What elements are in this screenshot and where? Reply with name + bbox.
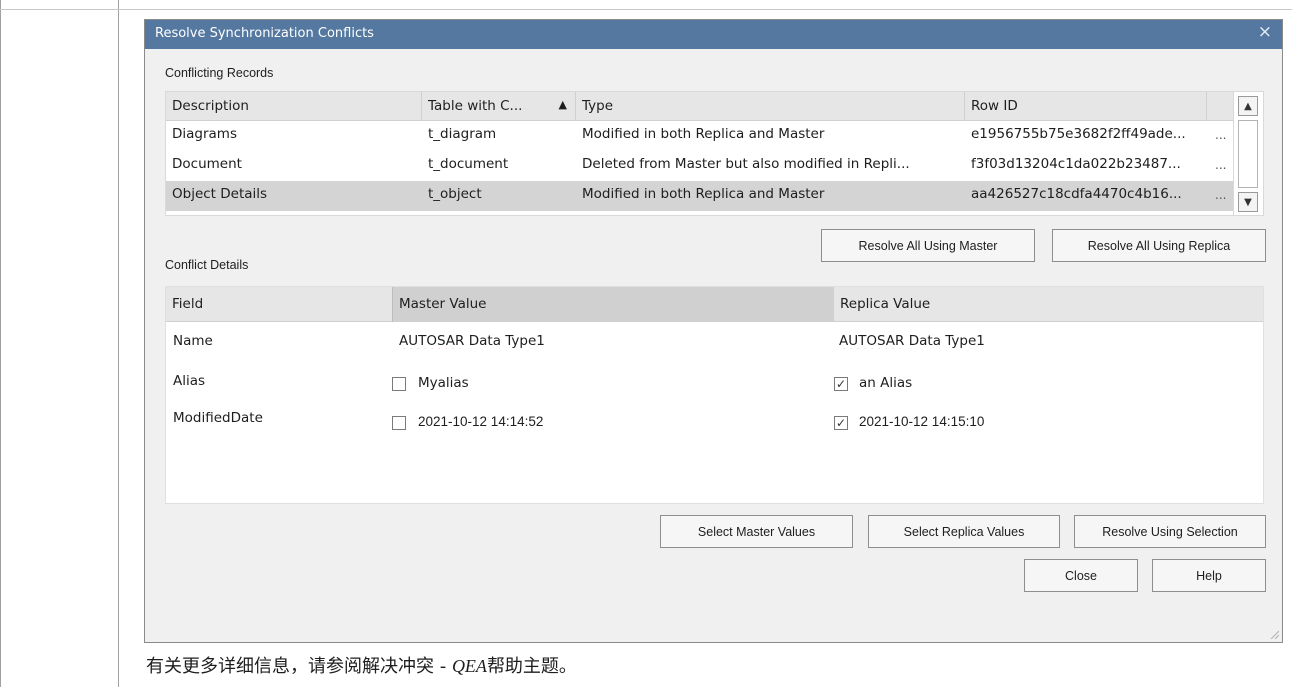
select-master-values-button[interactable]: Select Master Values [660, 515, 853, 548]
cell-type: Deleted from Master but also modified in… [582, 156, 910, 172]
column-header-label: Type [582, 98, 614, 114]
scroll-thumb[interactable] [1238, 120, 1258, 188]
column-header-master-value[interactable]: Master Value [392, 287, 834, 322]
value-text: Data Type1 [464, 333, 545, 349]
sort-ascending-icon: ▲ [558, 98, 567, 111]
help-button[interactable]: Help [1152, 559, 1266, 592]
resolve-all-master-button[interactable]: Resolve All Using Master [821, 229, 1035, 262]
field-modifieddate-label: ModifiedDate [173, 410, 263, 426]
table-row[interactable]: Diagrams t_diagram Modified in both Repl… [166, 121, 1233, 151]
cell-table: t_object [428, 186, 482, 202]
close-button[interactable]: Close [1024, 559, 1138, 592]
column-header-label: Field [172, 296, 204, 312]
dialog-title: Resolve Synchronization Conflicts [155, 26, 374, 41]
master-modifieddate-checkbox[interactable] [392, 416, 406, 430]
conflict-details-grid: Field Master Value Replica Value Name AU… [165, 286, 1264, 504]
column-header-type[interactable]: Type [576, 92, 965, 121]
scroll-up-icon[interactable]: ▲ [1238, 96, 1258, 116]
replica-value-alias: an Alias [859, 375, 913, 391]
table-row-selected[interactable]: Object Details t_object Modified in both… [166, 181, 1233, 211]
more-button[interactable]: ... [1215, 128, 1226, 142]
replica-value-name[interactable]: AUTOSAR Data Type1 [839, 333, 985, 349]
column-header-label: Row ID [971, 98, 1018, 114]
resolve-all-replica-button[interactable]: Resolve All Using Replica [1052, 229, 1266, 262]
resize-grip-icon[interactable] [1269, 629, 1279, 639]
column-header-table[interactable]: Table with C... ▲ [422, 92, 576, 121]
details-header: Field Master Value Replica Value [166, 287, 1263, 322]
cell-description: Diagrams [172, 126, 237, 142]
table-top-border [0, 9, 1292, 10]
conflicting-records-grid: Description Table with C... ▲ Type Row ID… [165, 91, 1264, 216]
document-frame: Resolve Synchronization Conflicts × Conf… [0, 0, 1292, 687]
master-alias-checkbox[interactable] [392, 377, 406, 391]
conflict-details-label: Conflict Details [165, 258, 249, 272]
resolve-using-selection-button[interactable]: Resolve Using Selection [1074, 515, 1266, 548]
spellcheck-word: AUTOSAR [839, 333, 905, 349]
spellcheck-word: AUTOSAR [399, 333, 465, 349]
text-part: 有关更多详细信息，请参阅解决冲突 - [146, 656, 452, 677]
master-value-name[interactable]: AUTOSAR Data Type1 [399, 333, 545, 349]
records-scrollbar[interactable]: ▲ ▼ [1233, 92, 1263, 215]
column-header-label: Master Value [399, 296, 487, 312]
cell-type: Modified in both Replica and Master [582, 186, 825, 202]
master-value-alias: Myalias [418, 375, 469, 391]
cell-row-id: f3f03d13204c1da022b23487... [971, 156, 1181, 172]
replica-value-modifieddate: 2021-10-12 14:15:10 [859, 414, 985, 429]
column-header-label: Description [172, 98, 249, 114]
field-alias-label: Alias [173, 373, 206, 389]
replica-alias-checkbox[interactable]: ✓ [834, 377, 848, 391]
resolve-conflicts-dialog: Resolve Synchronization Conflicts × Conf… [144, 19, 1283, 643]
conflicting-records-label: Conflicting Records [165, 66, 274, 80]
scroll-down-icon[interactable]: ▼ [1238, 192, 1258, 212]
help-reference-text: 有关更多详细信息，请参阅解决冲突 - QEA帮助主题。 [146, 652, 577, 678]
column-header-replica-value[interactable]: Replica Value [834, 287, 1265, 322]
column-header-row-id[interactable]: Row ID [965, 92, 1207, 121]
cell-row-id: e1956755b75e3682f2ff49ade... [971, 126, 1186, 142]
more-button[interactable]: ... [1215, 158, 1226, 172]
column-header-field[interactable]: Field [166, 287, 392, 322]
master-value-modifieddate: 2021-10-12 14:14:52 [418, 414, 544, 429]
cell-row-id: aa426527c18cdfa4470c4b16... [971, 186, 1182, 202]
column-header-label: Table with C... [428, 98, 523, 114]
cell-type: Modified in both Replica and Master [582, 126, 825, 142]
cell-table: t_document [428, 156, 509, 172]
more-button[interactable]: ... [1215, 188, 1226, 202]
close-icon[interactable]: × [1258, 22, 1272, 42]
table-left-border [0, 0, 1, 687]
replica-modifieddate-checkbox[interactable]: ✓ [834, 416, 848, 430]
column-header-label: Replica Value [840, 296, 931, 312]
value-text: Data Type1 [904, 333, 985, 349]
cell-description: Document [172, 156, 242, 172]
column-header-description[interactable]: Description [166, 92, 422, 121]
dialog-titlebar: Resolve Synchronization Conflicts × [145, 20, 1282, 49]
select-replica-values-button[interactable]: Select Replica Values [868, 515, 1060, 548]
emphasis-text[interactable]: QEA [452, 656, 487, 676]
cell-description: Object Details [172, 186, 268, 202]
field-name-label: Name [173, 333, 213, 349]
records-header: Description Table with C... ▲ Type Row ID [166, 92, 1263, 121]
table-row[interactable]: Document t_document Deleted from Master … [166, 151, 1233, 181]
cell-table: t_diagram [428, 126, 497, 142]
text-part: 帮助主题。 [486, 656, 577, 677]
table-inner-border [118, 0, 119, 687]
